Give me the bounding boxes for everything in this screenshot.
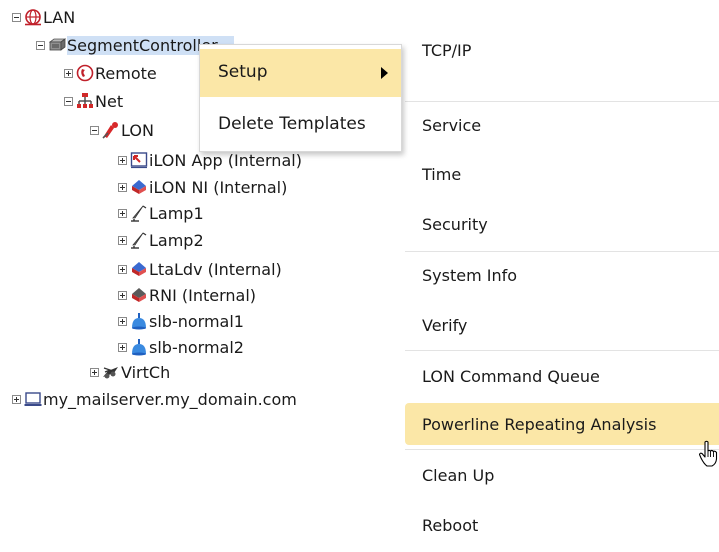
hand-cursor-icon [698, 440, 719, 468]
menu-item-label: Delete Templates [218, 114, 366, 134]
menu-item-reboot[interactable]: Reboot [405, 504, 719, 546]
expand-toggle[interactable] [12, 394, 21, 404]
tree-node-net[interactable]: Net [64, 90, 123, 112]
menu-item-service[interactable]: Service [405, 104, 719, 146]
tree-node-label: RNI (Internal) [149, 285, 257, 305]
menu-item-label: Time [422, 165, 462, 184]
tree-node-lon[interactable]: LON [90, 119, 154, 141]
menu-item-label: Service [422, 116, 482, 135]
expand-toggle[interactable] [118, 182, 127, 192]
virtual-channel-icon [102, 363, 120, 381]
tree-node-ltaldv[interactable]: LtaLdv (Internal) [118, 258, 282, 280]
menu-item-system-info[interactable]: System Info [405, 254, 719, 296]
menu-item-label: Reboot [422, 516, 479, 535]
globe-icon [24, 8, 42, 26]
lamp-icon [130, 231, 148, 249]
collapse-toggle[interactable] [90, 125, 99, 135]
tree-node-mailserver[interactable]: my_mailserver.my_domain.com [12, 388, 297, 410]
menu-item-label: Security [422, 215, 488, 234]
menu-item-tcp-ip[interactable]: TCP/IP [405, 29, 719, 71]
light-node-icon [130, 312, 148, 330]
collapse-toggle[interactable] [12, 12, 21, 22]
rni-device-icon [130, 286, 148, 304]
setup-submenu: TCP/IP Service Time Security System Info… [405, 22, 719, 552]
expand-toggle[interactable] [64, 68, 73, 78]
application-icon [130, 151, 148, 169]
expand-toggle[interactable] [118, 208, 127, 218]
tree-node-label: Net [95, 91, 124, 111]
menu-item-security[interactable]: Security [405, 203, 719, 245]
menu-item-time[interactable]: Time [405, 153, 719, 195]
expand-toggle[interactable] [118, 342, 127, 352]
expand-toggle[interactable] [118, 235, 127, 245]
tree-node-label: Remote [95, 63, 157, 83]
expand-toggle[interactable] [118, 264, 127, 274]
device-icon [130, 178, 148, 196]
device-icon [130, 260, 148, 278]
tree-node-label: LON [121, 120, 154, 140]
tree-node-lamp2[interactable]: Lamp2 [118, 229, 204, 251]
menu-divider [405, 251, 719, 252]
lamp-icon [130, 204, 148, 222]
tree-node-label: LAN [43, 7, 76, 27]
light-node-icon [130, 338, 148, 356]
collapse-toggle[interactable] [64, 96, 73, 106]
submenu-arrow-icon [381, 67, 388, 79]
tree-node-label: iLON App (Internal) [149, 150, 302, 170]
menu-item-lon-command-queue[interactable]: LON Command Queue [405, 355, 719, 397]
tree-node-label: my_mailserver.my_domain.com [43, 389, 297, 409]
tree-node-virtch[interactable]: VirtCh [90, 361, 170, 383]
tree-node-label: Lamp2 [149, 230, 204, 250]
menu-item-clean-up[interactable]: Clean Up [405, 454, 719, 496]
tree-node-rni[interactable]: RNI (Internal) [118, 284, 256, 306]
menu-item-label: Clean Up [422, 466, 495, 485]
tree-node-slb-normal1[interactable]: slb-normal1 [118, 310, 244, 332]
menu-divider [405, 449, 719, 450]
tree-node-label: slb-normal2 [149, 337, 244, 357]
expand-toggle[interactable] [90, 367, 99, 377]
tree-node-ilon-app[interactable]: iLON App (Internal) [118, 149, 302, 171]
context-menu: Setup Delete Templates [199, 44, 402, 152]
expand-toggle[interactable] [118, 290, 127, 300]
tree-node-lan[interactable]: LAN [12, 6, 75, 28]
lon-channel-icon [102, 121, 120, 139]
expand-toggle[interactable] [118, 155, 127, 165]
tree-node-slb-normal2[interactable]: slb-normal2 [118, 336, 244, 358]
computer-icon [24, 390, 42, 408]
menu-item-verify[interactable]: Verify [405, 304, 719, 346]
tree-node-ilon-ni[interactable]: iLON NI (Internal) [118, 176, 287, 198]
expand-toggle[interactable] [118, 316, 127, 326]
tree-node-remote[interactable]: Remote [64, 62, 157, 84]
tree-node-label: slb-normal1 [149, 311, 244, 331]
tree-node-label: VirtCh [121, 362, 171, 382]
menu-divider [405, 350, 719, 351]
menu-item-label: Verify [422, 316, 468, 335]
tree-node-label: iLON NI (Internal) [149, 177, 288, 197]
menu-item-label: Powerline Repeating Analysis [422, 415, 657, 434]
network-icon [76, 92, 94, 110]
menu-item-delete-templates[interactable]: Delete Templates [200, 101, 401, 149]
menu-item-label: TCP/IP [422, 41, 472, 60]
menu-item-label: Setup [218, 62, 268, 82]
tree-node-label: LtaLdv (Internal) [149, 259, 282, 279]
menu-divider [405, 101, 719, 102]
menu-item-label: LON Command Queue [422, 367, 600, 386]
collapse-toggle[interactable] [36, 40, 45, 50]
menu-item-label: System Info [422, 266, 518, 285]
menu-item-powerline-repeating-analysis[interactable]: Powerline Repeating Analysis [405, 403, 719, 445]
controller-device-icon [48, 36, 66, 54]
tree-node-label: Lamp1 [149, 203, 204, 223]
menu-item-setup[interactable]: Setup [200, 49, 401, 97]
tree-node-lamp1[interactable]: Lamp1 [118, 202, 204, 224]
phone-icon [76, 64, 94, 82]
